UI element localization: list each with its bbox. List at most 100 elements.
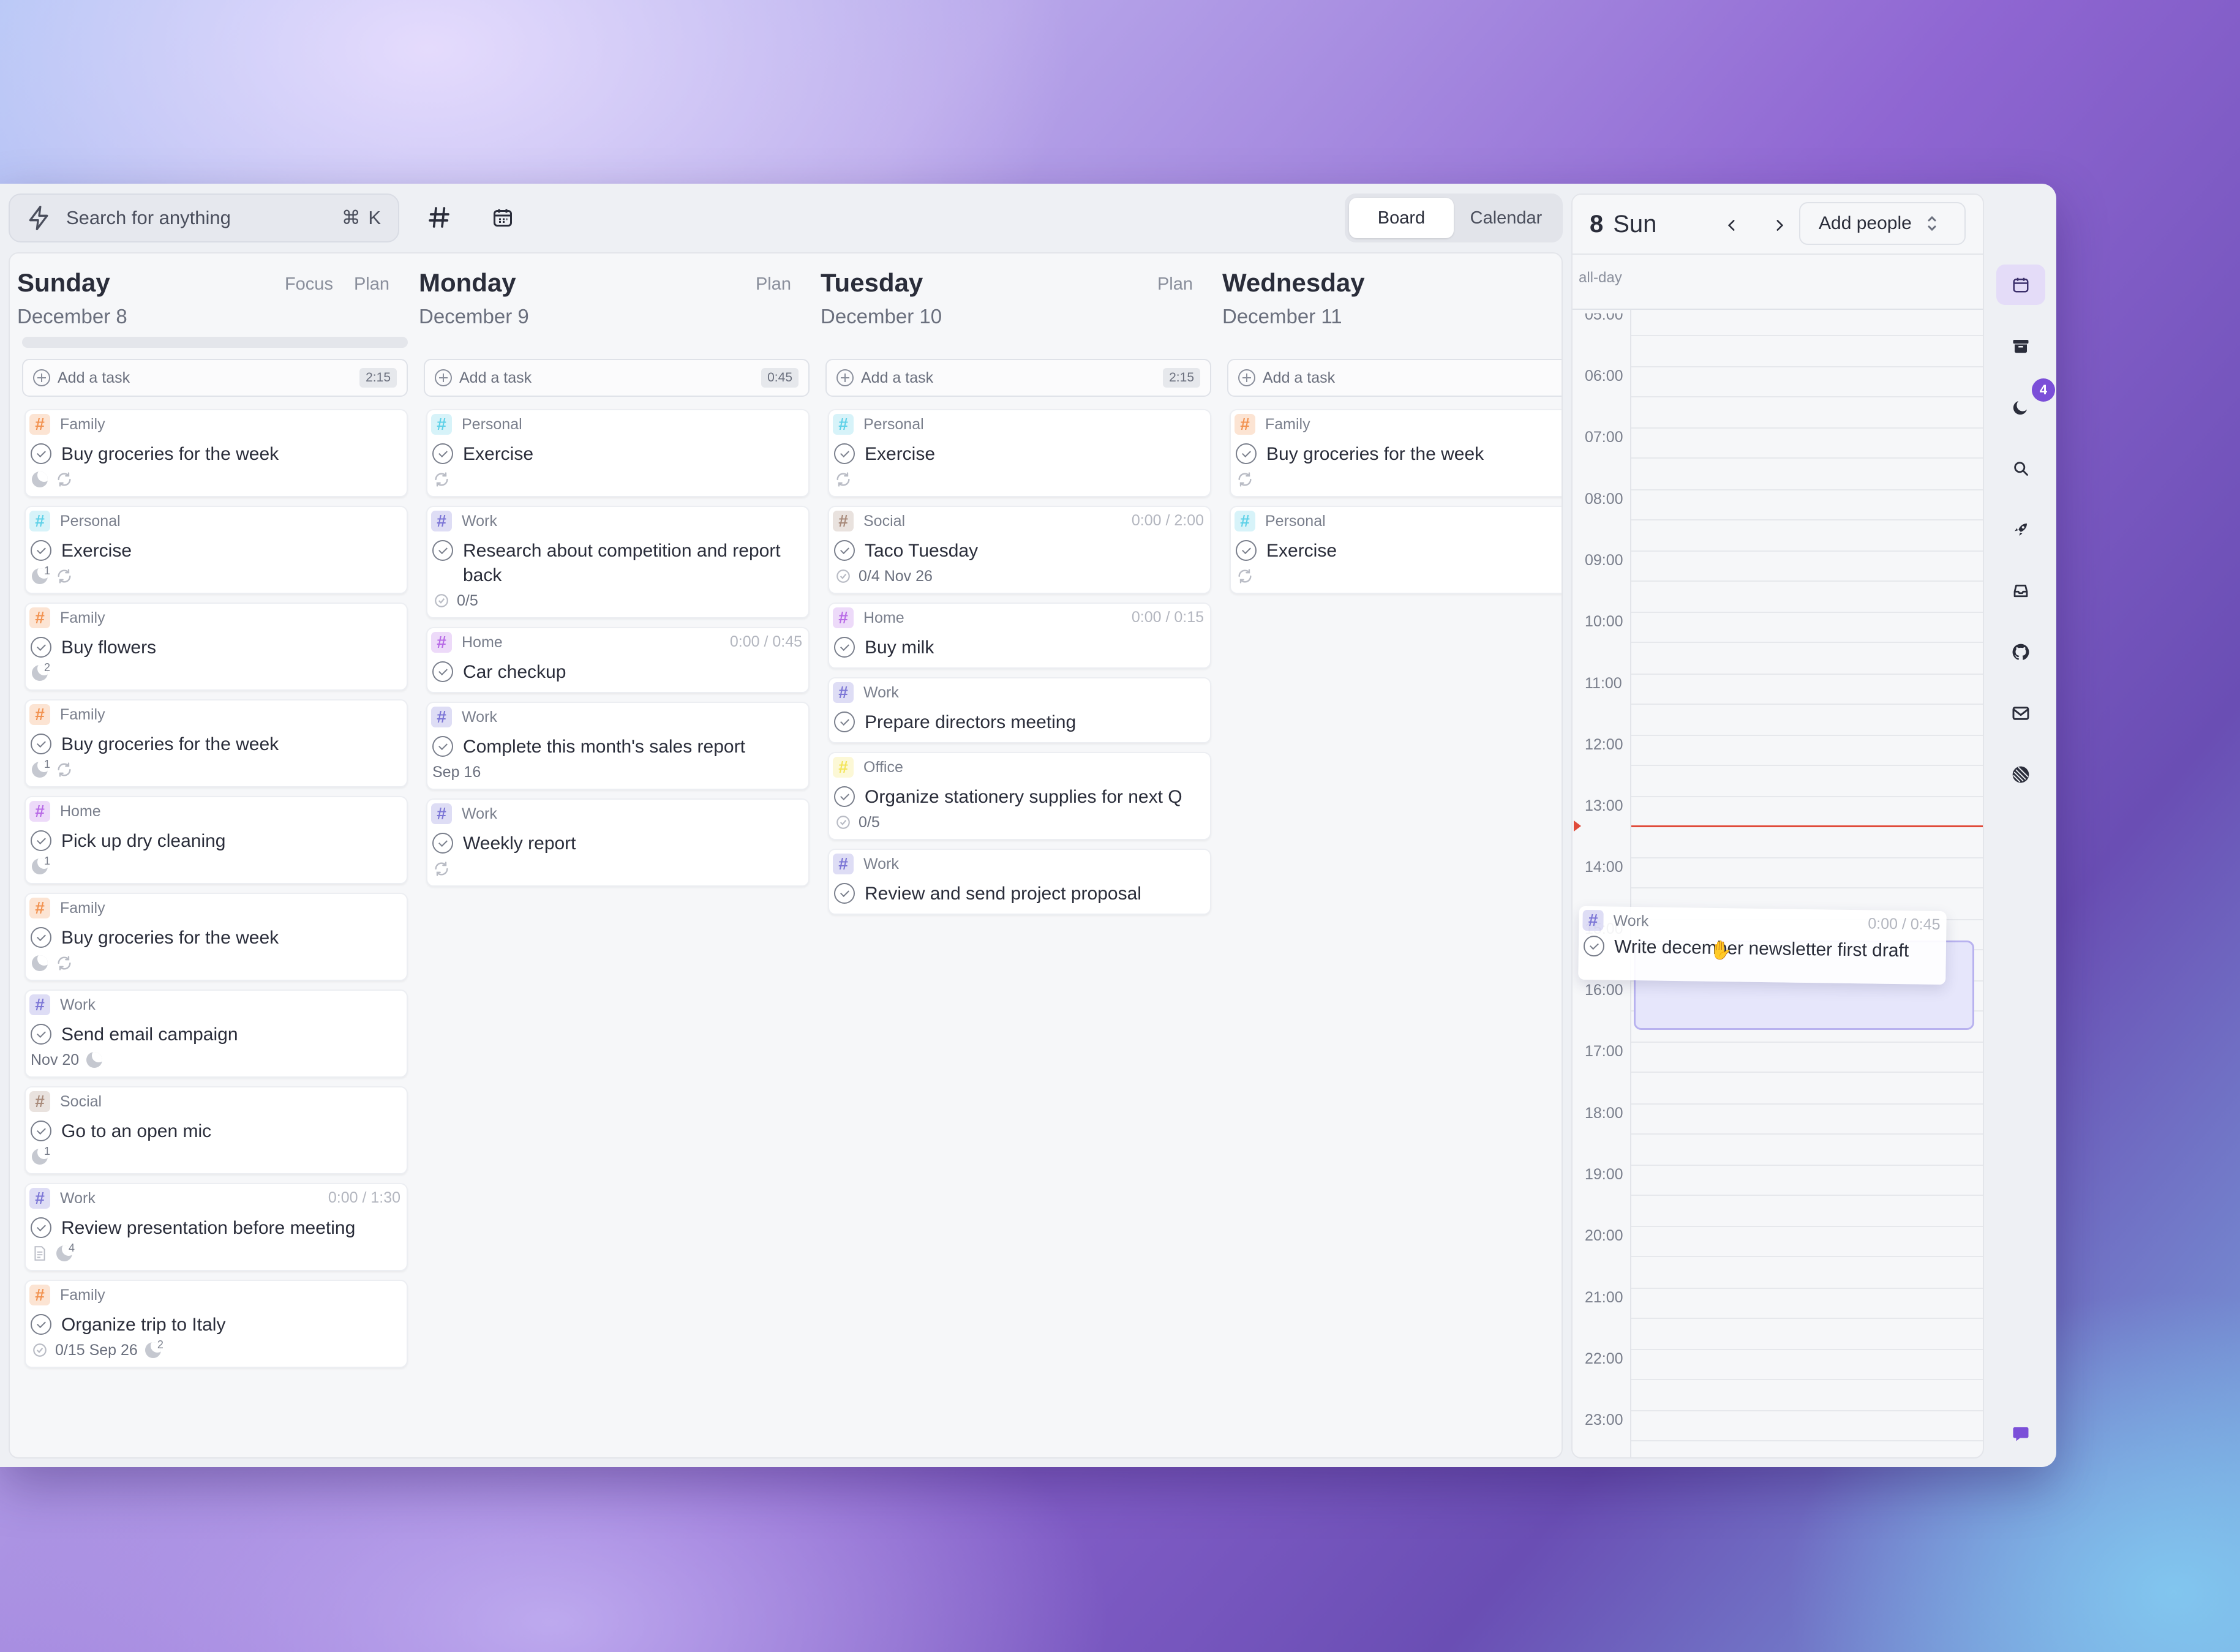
task-timer[interactable]: 0:00 / 1:30 <box>328 1189 400 1207</box>
complete-checkbox[interactable] <box>432 661 453 682</box>
task-tag[interactable]: # Family <box>29 414 105 435</box>
search-bar[interactable]: Search for anything ⌘ K <box>9 193 399 242</box>
next-day-button[interactable] <box>1767 213 1792 238</box>
complete-checkbox[interactable] <box>31 1024 51 1045</box>
task-card[interactable]: # Work 0:00 / 1:30 Review presentation befo… <box>24 1183 408 1271</box>
complete-checkbox[interactable] <box>1583 935 1605 957</box>
task-card[interactable]: # Work Weekly report <box>426 798 810 887</box>
task-tag[interactable]: # Family <box>29 1285 105 1305</box>
archive-icon[interactable] <box>1996 326 2045 366</box>
complete-checkbox[interactable] <box>432 540 453 561</box>
task-tag[interactable]: # Personal <box>29 511 121 531</box>
complete-checkbox[interactable] <box>31 443 51 464</box>
complete-checkbox[interactable] <box>834 540 855 561</box>
linear-icon[interactable] <box>1996 754 2045 795</box>
plan-button[interactable]: Plan <box>1157 274 1193 295</box>
search-icon[interactable] <box>1996 448 2045 489</box>
task-card[interactable]: # Home Pick up dry cleaning 1 <box>24 796 408 884</box>
mail-icon[interactable] <box>1996 693 2045 734</box>
task-tag[interactable]: # Work <box>431 707 497 727</box>
complete-checkbox[interactable] <box>834 786 855 807</box>
task-tag[interactable]: # Personal <box>833 414 924 435</box>
complete-checkbox[interactable] <box>432 833 453 854</box>
task-tag[interactable]: # Office <box>833 757 903 778</box>
task-tag[interactable]: # Family <box>29 898 105 918</box>
task-tag[interactable]: # Work <box>29 1188 96 1209</box>
complete-checkbox[interactable] <box>834 711 855 732</box>
calendar-icon[interactable] <box>1996 265 2045 305</box>
add-task-button[interactable]: Add a task 2:15 <box>22 359 408 397</box>
task-tag[interactable]: # Social <box>29 1091 102 1112</box>
prev-day-button[interactable] <box>1719 213 1744 238</box>
plan-button[interactable]: Plan <box>354 274 389 295</box>
task-tag[interactable]: # Work <box>29 994 96 1015</box>
task-tag[interactable]: # Work <box>431 511 497 531</box>
task-card[interactable]: # Social 0:00 / 2:00 Taco Tuesday 0/4 Nov 26 <box>828 506 1211 594</box>
calendar-view-button[interactable]: Calendar <box>1454 198 1558 238</box>
complete-checkbox[interactable] <box>31 830 51 851</box>
add-task-button[interactable]: Add a task 2:15 <box>825 359 1211 397</box>
task-card[interactable]: # Family Buy groceries for the week <box>24 409 408 497</box>
add-task-button[interactable]: Add a task <box>1227 359 1562 397</box>
complete-checkbox[interactable] <box>1236 540 1257 561</box>
task-tag[interactable]: # Personal <box>1235 511 1326 531</box>
task-tag[interactable]: # Family <box>29 704 105 725</box>
complete-checkbox[interactable] <box>31 1121 51 1141</box>
github-icon[interactable] <box>1996 632 2045 672</box>
task-tag[interactable]: # Home <box>29 801 101 822</box>
task-tag[interactable]: # Home <box>431 632 503 653</box>
dragging-task-card[interactable]: # Work 0:00 / 0:45 Write december newslette… <box>1578 906 1947 985</box>
moon-icon[interactable]: 4 <box>1996 378 2055 427</box>
task-tag[interactable]: # Family <box>29 607 105 628</box>
task-tag[interactable]: # Work <box>833 682 899 703</box>
task-tag[interactable]: # Family <box>1235 414 1310 435</box>
task-card[interactable]: # Work Complete this month's sales report S… <box>426 702 810 790</box>
task-timer[interactable]: 0:00 / 0:15 <box>1132 609 1204 626</box>
task-card[interactable]: # Family Buy groceries for the week 1 <box>24 699 408 787</box>
focus-button[interactable]: Focus <box>285 274 333 295</box>
hash-icon[interactable] <box>425 203 453 231</box>
task-card[interactable]: # Family Buy groceries for the week <box>24 893 408 981</box>
task-card[interactable]: # Work Review and send project proposal <box>828 849 1211 915</box>
chat-icon[interactable] <box>1996 1413 2045 1454</box>
task-card[interactable]: # Work Send email campaign Nov 20 <box>24 989 408 1078</box>
complete-checkbox[interactable] <box>834 637 855 658</box>
calendar-icon[interactable] <box>489 203 517 231</box>
complete-checkbox[interactable] <box>432 736 453 757</box>
rocket-icon[interactable] <box>1996 509 2045 550</box>
complete-checkbox[interactable] <box>1236 443 1257 464</box>
task-card[interactable]: # Family Organize trip to Italy 0/15 Sep 26… <box>24 1280 408 1368</box>
complete-checkbox[interactable] <box>31 540 51 561</box>
task-card[interactable]: # Personal Exercise <box>828 409 1211 497</box>
task-card[interactable]: # Home 0:00 / 0:45 Car checkup <box>426 627 810 693</box>
task-card[interactable]: # Family Buy groceries for the week <box>1230 409 1562 497</box>
complete-checkbox[interactable] <box>834 443 855 464</box>
task-card[interactable]: # Family Buy flowers 2 <box>24 603 408 691</box>
task-card[interactable]: # Work Research about competition and repo… <box>426 506 810 618</box>
complete-checkbox[interactable] <box>31 637 51 658</box>
task-tag[interactable]: # Work <box>833 854 899 874</box>
complete-checkbox[interactable] <box>31 1217 51 1238</box>
complete-checkbox[interactable] <box>834 883 855 904</box>
complete-checkbox[interactable] <box>31 734 51 754</box>
task-card[interactable]: # Office Organize stationery supplies for … <box>828 752 1211 840</box>
task-tag[interactable]: # Personal <box>431 414 522 435</box>
task-card[interactable]: # Work Prepare directors meeting <box>828 677 1211 743</box>
task-timer[interactable]: 0:00 / 0:45 <box>730 633 802 651</box>
task-timer[interactable]: 0:00 / 2:00 <box>1132 512 1204 530</box>
task-tag[interactable]: # Home <box>833 607 904 628</box>
complete-checkbox[interactable] <box>432 443 453 464</box>
task-card[interactable]: # Personal Exercise <box>426 409 810 497</box>
task-tag[interactable]: # Social <box>833 511 905 531</box>
complete-checkbox[interactable] <box>31 927 51 948</box>
add-people-button[interactable]: Add people <box>1799 202 1966 245</box>
task-card[interactable]: # Home 0:00 / 0:15 Buy milk <box>828 603 1211 669</box>
add-task-button[interactable]: Add a task 0:45 <box>424 359 810 397</box>
complete-checkbox[interactable] <box>31 1314 51 1335</box>
task-tag[interactable]: # Work <box>431 803 497 824</box>
task-card[interactable]: # Social Go to an open mic 1 <box>24 1086 408 1174</box>
board-view-button[interactable]: Board <box>1349 198 1454 238</box>
all-day-row[interactable]: all-day <box>1573 253 1983 310</box>
plan-button[interactable]: Plan <box>756 274 791 295</box>
task-card[interactable]: # Personal Exercise <box>1230 506 1562 594</box>
